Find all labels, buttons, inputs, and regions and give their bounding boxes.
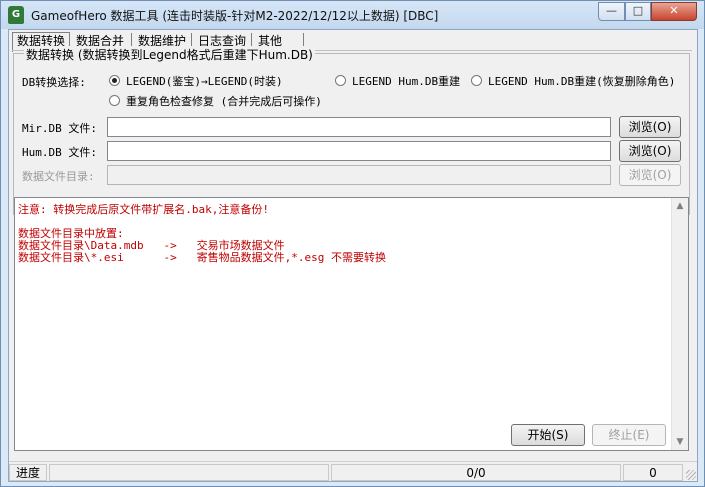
radio-hum-rebuild-restore[interactable] xyxy=(471,75,482,86)
status-value: 0 xyxy=(623,464,683,481)
log-scrollbar[interactable]: ▲ ▼ xyxy=(671,198,688,450)
start-button[interactable]: 开始(S) xyxy=(511,424,585,446)
app-window: G GameofHero 数据工具 (连击时装版-针对M2-2022/12/12… xyxy=(0,0,705,487)
maximize-button[interactable]: □ xyxy=(625,2,651,21)
status-count: 0/0 xyxy=(331,464,621,481)
stop-button[interactable]: 终止(E) xyxy=(592,424,666,446)
status-progress-label: 进度 xyxy=(9,464,47,481)
data-dir-input[interactable] xyxy=(107,165,611,185)
data-dir-label: 数据文件目录: xyxy=(22,170,95,183)
convert-group-title: 数据转换 (数据转换到Legend格式后重建下Hum.DB) xyxy=(24,46,315,63)
hum-db-browse-button[interactable]: 浏览(O) xyxy=(619,140,681,162)
radio-legend-fashion-label[interactable]: LEGEND(鉴宝)→LEGEND(时装) xyxy=(126,73,283,89)
close-button[interactable]: ✕ xyxy=(651,2,697,21)
data-dir-browse-button[interactable]: 浏览(O) xyxy=(619,164,681,186)
log-line: 注意: 转换完成后原文件带扩展名.bak,注意备份! xyxy=(18,203,269,216)
client-area: 数据转换 数据合并 数据维护 日志查询 其他 数据转换 (数据转换到Legend… xyxy=(8,29,698,482)
scroll-down-icon[interactable]: ▼ xyxy=(672,434,688,450)
radio-hum-rebuild-restore-label[interactable]: LEGEND Hum.DB重建(恢复删除角色) xyxy=(488,73,675,89)
mir-db-label: Mir.DB 文件: xyxy=(22,122,97,135)
minimize-button[interactable]: — xyxy=(598,2,625,21)
resize-grip-icon[interactable] xyxy=(686,470,696,480)
convert-group: 数据转换 (数据转换到Legend格式后重建下Hum.DB) DB转换选择: L… xyxy=(13,46,690,215)
radio-duplicate-fix-label[interactable]: 重复角色检查修复 (合并完成后可操作) xyxy=(126,93,322,109)
window-title: GameofHero 数据工具 (连击时装版-针对M2-2022/12/12以上… xyxy=(31,9,439,23)
status-bar: 进度 0/0 0 xyxy=(9,461,697,481)
app-icon: G xyxy=(8,6,24,24)
db-convert-label: DB转换选择: xyxy=(22,76,86,89)
status-progress-bar xyxy=(49,464,329,481)
mir-db-input[interactable] xyxy=(107,117,611,137)
hum-db-input[interactable] xyxy=(107,141,611,161)
hum-db-label: Hum.DB 文件: xyxy=(22,146,97,159)
log-line: 数据文件目录\*.esi -> 寄售物品数据文件,*.esg 不需要转换 xyxy=(18,251,386,264)
scroll-up-icon[interactable]: ▲ xyxy=(672,198,688,214)
radio-duplicate-fix[interactable] xyxy=(109,95,120,106)
radio-hum-rebuild[interactable] xyxy=(335,75,346,86)
mir-db-browse-button[interactable]: 浏览(O) xyxy=(619,116,681,138)
radio-legend-fashion[interactable] xyxy=(109,75,120,86)
title-bar[interactable]: G GameofHero 数据工具 (连击时装版-针对M2-2022/12/12… xyxy=(1,1,704,29)
log-memo[interactable]: 注意: 转换完成后原文件带扩展名.bak,注意备份! 数据文件目录中放置: 数据… xyxy=(14,197,689,451)
radio-hum-rebuild-label[interactable]: LEGEND Hum.DB重建 xyxy=(352,73,460,89)
